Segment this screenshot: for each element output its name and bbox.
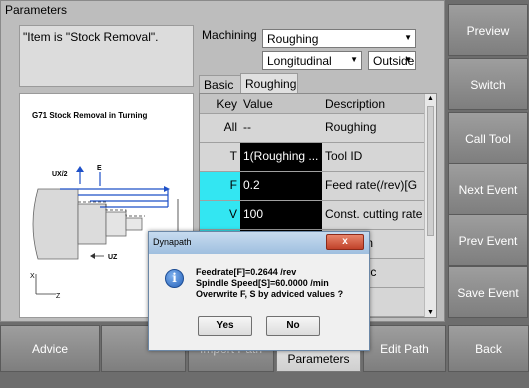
row-description: Const. cutting rate — [322, 201, 426, 229]
tab-roughing[interactable]: Roughing — [240, 73, 298, 93]
row-key: V — [200, 201, 240, 229]
row-value[interactable]: 1(Roughing ... — [240, 143, 322, 171]
info-icon: i — [165, 269, 184, 288]
scroll-up-icon[interactable]: ▲ — [427, 95, 434, 102]
row-key: F — [200, 172, 240, 200]
scroll-down-icon[interactable]: ▼ — [427, 309, 434, 316]
preview-button[interactable]: Preview — [448, 4, 528, 56]
machining-mode-select[interactable]: Roughing ▼ — [262, 29, 416, 48]
no-button[interactable]: No — [266, 316, 320, 336]
edit-path-button[interactable]: Edit Path — [363, 325, 446, 372]
row-description: Roughing — [322, 114, 426, 142]
item-note: "Item is "Stock Removal". — [19, 25, 194, 87]
grid-header: Key Value Description — [200, 94, 426, 114]
row-value: -- — [240, 114, 322, 142]
dialog-line-spindle: Spindle Speed[S]=60.0000 /min — [196, 278, 329, 288]
direction-select[interactable]: Longitudinal ▼ — [262, 51, 362, 70]
row-key: All — [200, 114, 240, 142]
save-event-button[interactable]: Save Event — [448, 266, 528, 318]
switch-button[interactable]: Switch — [448, 58, 528, 110]
side-select[interactable]: Outside ▼ — [368, 51, 416, 70]
dialog-line-question: Overwrite F, S by adviced values ? — [196, 289, 344, 299]
label-uz: UZ — [108, 254, 118, 261]
header-description: Description — [322, 94, 426, 113]
row-key: T — [200, 143, 240, 171]
header-value: Value — [240, 94, 322, 113]
scroll-thumb[interactable] — [427, 106, 434, 236]
table-row[interactable]: All -- Roughing — [200, 114, 426, 143]
label-e: E — [97, 165, 102, 172]
axis-z-label: Z — [56, 293, 61, 300]
row-description: Tool ID — [322, 143, 426, 171]
back-button[interactable]: Back — [448, 325, 529, 372]
prev-event-button[interactable]: Prev Event — [448, 214, 528, 266]
label-ux2: UX/2 — [52, 171, 68, 178]
diagram-title: G71 Stock Removal in Turning — [32, 111, 148, 120]
row-description: Feed rate(/rev)[G — [322, 172, 426, 200]
machining-mode-value: Roughing — [267, 32, 319, 46]
yes-button[interactable]: Yes — [198, 316, 252, 336]
advice-button[interactable]: Advice — [0, 325, 100, 372]
direction-value: Longitudinal — [267, 54, 332, 68]
panel-title: Parameters — [5, 3, 68, 17]
row-value[interactable]: 100 — [240, 201, 322, 229]
table-row[interactable]: F 0.2 Feed rate(/rev)[G — [200, 172, 426, 201]
tab-basic[interactable]: Basic — [199, 75, 241, 93]
machining-label: Machining — [202, 28, 257, 42]
table-row[interactable]: T 1(Roughing ... Tool ID — [200, 143, 426, 172]
chevron-down-icon: ▼ — [404, 33, 412, 42]
call-tool-button[interactable]: Call Tool — [448, 112, 528, 164]
next-event-button[interactable]: Next Event — [448, 163, 528, 215]
chevron-down-icon: ▼ — [350, 55, 358, 64]
dynapath-dialog: Dynapath x i Feedrate[F]=0.2644 /rev Spi… — [148, 231, 370, 351]
header-key: Key — [200, 94, 240, 113]
dialog-line-feedrate: Feedrate[F]=0.2644 /rev — [196, 267, 297, 277]
axis-x-label: X — [30, 273, 35, 280]
grid-scrollbar[interactable]: ▲ ▼ — [424, 94, 436, 317]
table-row[interactable]: V 100 Const. cutting rate — [200, 201, 426, 230]
row-value[interactable]: 0.2 — [240, 172, 322, 200]
chevron-down-icon: ▼ — [404, 55, 412, 64]
close-icon[interactable]: x — [326, 234, 364, 250]
